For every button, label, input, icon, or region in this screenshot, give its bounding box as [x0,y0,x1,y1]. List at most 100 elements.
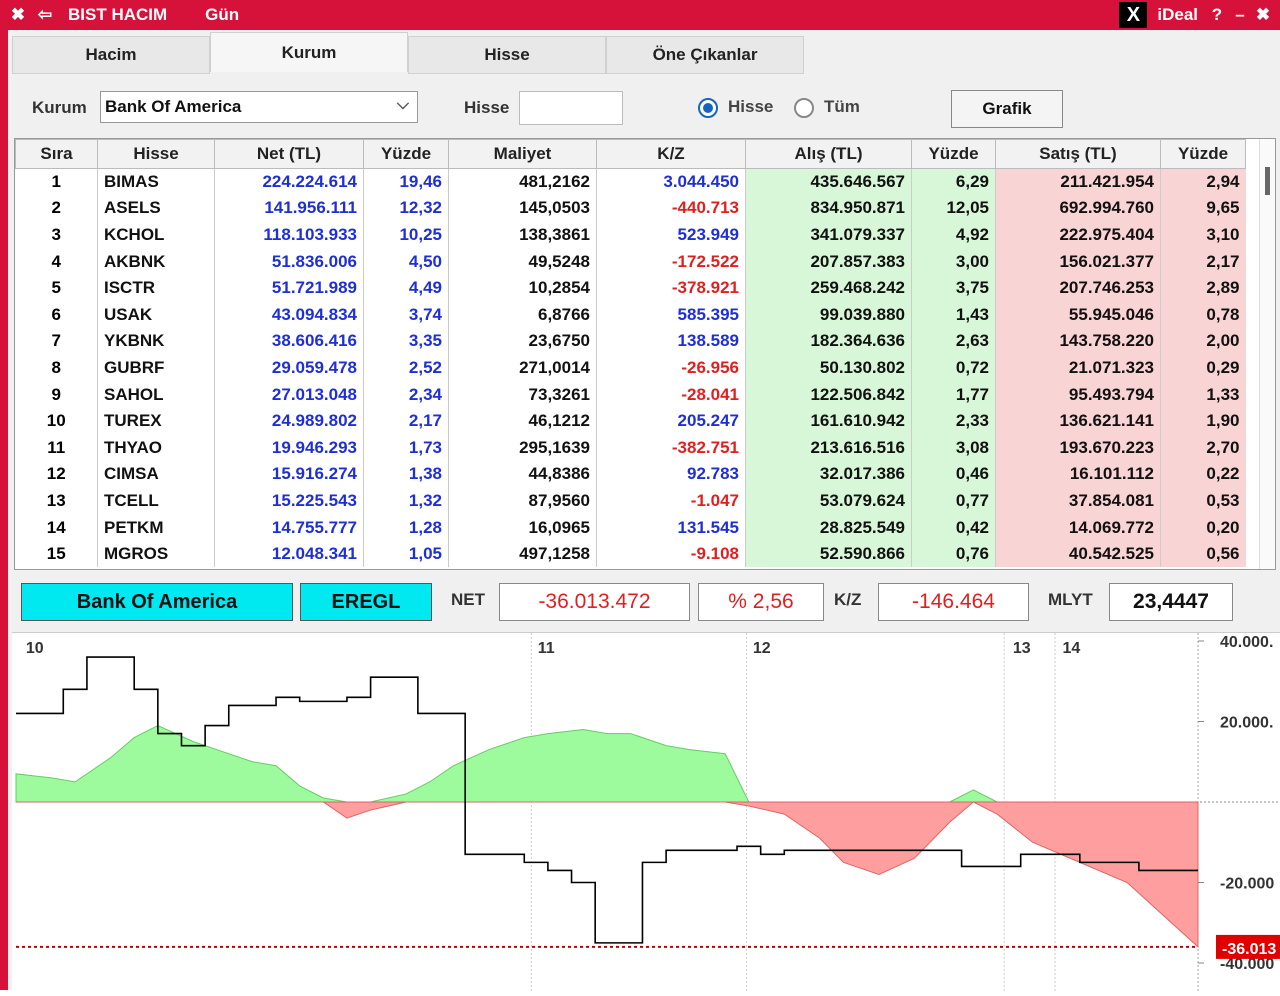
table-row[interactable]: 6 USAK 43.094.834 3,74 6,8766 585.395 99.039.8… [16,301,1246,329]
close-icon[interactable]: ✖ [4,5,32,25]
table-cell: 0,78 [1160,301,1246,329]
table-row[interactable]: 4 AKBNK 51.836.006 4,50 49,5248 -172.522 207.8… [16,248,1246,275]
table-row[interactable]: 7 YKBNK 38.606.416 3,35 23,6750 138.589 182.36… [16,328,1246,355]
table-row[interactable]: 11 THYAO 19.946.293 1,73 295,1639 -382.751 213… [16,434,1246,462]
selected-kurum[interactable]: Bank Of America [21,583,293,621]
table-cell: 16,0965 [448,514,597,541]
table-cell: 1,90 [1160,407,1246,435]
table-cell: 1,77 [911,381,996,408]
negative-area [16,801,1199,949]
hisse-input[interactable] [519,91,623,125]
kurum-select-value: Bank Of America [105,97,242,116]
column-header[interactable]: Net (TL) [214,139,364,169]
tab-kurum[interactable]: Kurum [210,32,408,72]
column-header[interactable]: Yüzde [911,139,996,169]
tab-hisse[interactable]: Hisse [408,36,606,74]
scrollbar-thumb[interactable] [1265,167,1270,195]
table-cell: AKBNK [97,248,215,275]
table-cell: 14 [46,517,66,537]
x-tick-label: 10 [26,640,44,657]
tab-hacim[interactable]: Hacim [12,36,210,74]
table-cell: 32.017.386 [745,461,912,488]
table-cell: 3,10 [1160,221,1246,249]
column-header[interactable]: K/Z [596,139,746,169]
mlyt-value: 23,4447 [1109,583,1233,621]
column-header[interactable]: Alış (TL) [745,139,912,169]
table-cell: 4,92 [911,221,996,249]
table-cell: -378.921 [596,274,746,302]
chevron-down-icon[interactable]: ⌵ [397,96,409,114]
table-row[interactable]: 9 SAHOL 27.013.048 2,34 73,3261 -28.041 122.50… [16,381,1246,408]
table-cell: 834.950.871 [745,195,912,222]
table-row[interactable]: 12 CIMSA 15.916.274 1,38 44,8386 92.783 32.017… [16,461,1246,488]
table-row[interactable]: 15 MGROS 12.048.341 1,05 497,1258 -9.108 52.59… [16,540,1246,568]
table-cell: 24.989.802 [214,407,364,435]
table-cell: 205.247 [596,407,746,435]
brand-label: iDeal [1157,5,1198,24]
y-tick-label: -20.000 [1220,876,1274,893]
table-cell: 99.039.880 [745,301,912,329]
table-cell: BIMAS [97,168,215,196]
radio-hisse[interactable] [698,98,718,118]
table-cell: 0,77 [911,487,996,515]
column-header[interactable]: Satış (TL) [995,139,1161,169]
table-cell: 4 [51,251,61,271]
x-logo-icon[interactable]: X [1119,2,1148,28]
table-cell: 2,89 [1160,274,1246,302]
table-cell: 12,05 [911,195,996,222]
table-cell: 7 [51,331,61,351]
table-cell: 122.506.842 [745,381,912,408]
column-header[interactable]: Hisse [97,139,215,169]
table-cell: 14.069.772 [995,514,1161,541]
period-label[interactable]: Gün [205,5,239,25]
selected-hisse[interactable]: EREGL [300,583,432,621]
table-cell: 259.468.242 [745,274,912,302]
column-header[interactable]: Maliyet [448,139,597,169]
table-scrollbar[interactable] [1259,139,1275,569]
radio-tum[interactable] [794,98,814,118]
table-row[interactable]: 10 TUREX 24.989.802 2,17 46,1212 205.247 161.6… [16,407,1246,435]
kz-label: K/Z [834,590,862,609]
table-cell: 2,33 [911,407,996,435]
column-header[interactable]: Yüzde [363,139,449,169]
table-row[interactable]: 14 PETKM 14.755.777 1,28 16,0965 131.545 28.82… [16,514,1246,541]
table-cell: 15.916.274 [214,461,364,488]
table-cell: 3 [51,224,61,244]
table-cell: PETKM [97,514,215,541]
tab-one-cikanlar[interactable]: Öne Çıkanlar [606,36,804,74]
table-cell: 435.646.567 [745,168,912,196]
broker-table: Sıra Hisse Net (TL) Yüzde Maliyet K/Z Alış (TL… [14,138,1276,570]
table-cell: 145,0503 [448,195,597,222]
table-cell: 6 [51,304,61,324]
window-close-icon[interactable]: ✖ [1250,5,1276,25]
table-cell: 692.994.760 [995,195,1161,222]
column-header[interactable]: Sıra [15,139,98,169]
table-row[interactable]: 13 TCELL 15.225.543 1,32 87,9560 -1.047 53.079… [16,487,1246,515]
kurum-select[interactable]: Bank Of America ⌵ [100,91,418,123]
table-row[interactable]: 1 BIMAS 224.224.614 19,46 481,2162 3.044.450 4… [16,168,1246,196]
table-row[interactable]: 5 ISCTR 51.721.989 4,49 10,2854 -378.921 259.4… [16,274,1246,302]
table-cell: 182.364.636 [745,328,912,355]
table-cell: 10,25 [363,221,449,249]
column-header[interactable]: Yüzde [1160,139,1246,169]
help-icon[interactable]: ? [1204,5,1230,25]
table-cell: TCELL [97,487,215,515]
table-row[interactable]: 3 KCHOL 118.103.933 10,25 138,3861 523.949 341… [16,221,1246,249]
table-row[interactable]: 8 GUBRF 29.059.478 2,52 271,0014 -26.956 50.13… [16,354,1246,382]
table-row[interactable]: 2 ASELS 141.956.111 12,32 145,0503 -440.713 83… [16,195,1246,222]
minimize-icon[interactable]: – [1230,5,1250,25]
filter-bar: Kurum Bank Of America ⌵ Hisse Hisse Tüm … [12,88,1277,130]
back-icon[interactable]: ⇦ [32,5,58,25]
table-cell: 207.857.383 [745,248,912,275]
radio-hisse-label[interactable]: Hisse [728,97,773,117]
table-cell: -440.713 [596,195,746,222]
table-cell: -1.047 [596,487,746,515]
grafik-button[interactable]: Grafik [951,90,1063,128]
mlyt-label: MLYT [1048,590,1093,609]
table-cell: 19,46 [363,168,449,196]
table-cell: 1,73 [363,434,449,462]
radio-tum-label[interactable]: Tüm [824,97,860,117]
table-cell: 51.721.989 [214,274,364,302]
window-title: BIST HACIM [68,5,168,24]
table-cell: 2,52 [363,354,449,382]
